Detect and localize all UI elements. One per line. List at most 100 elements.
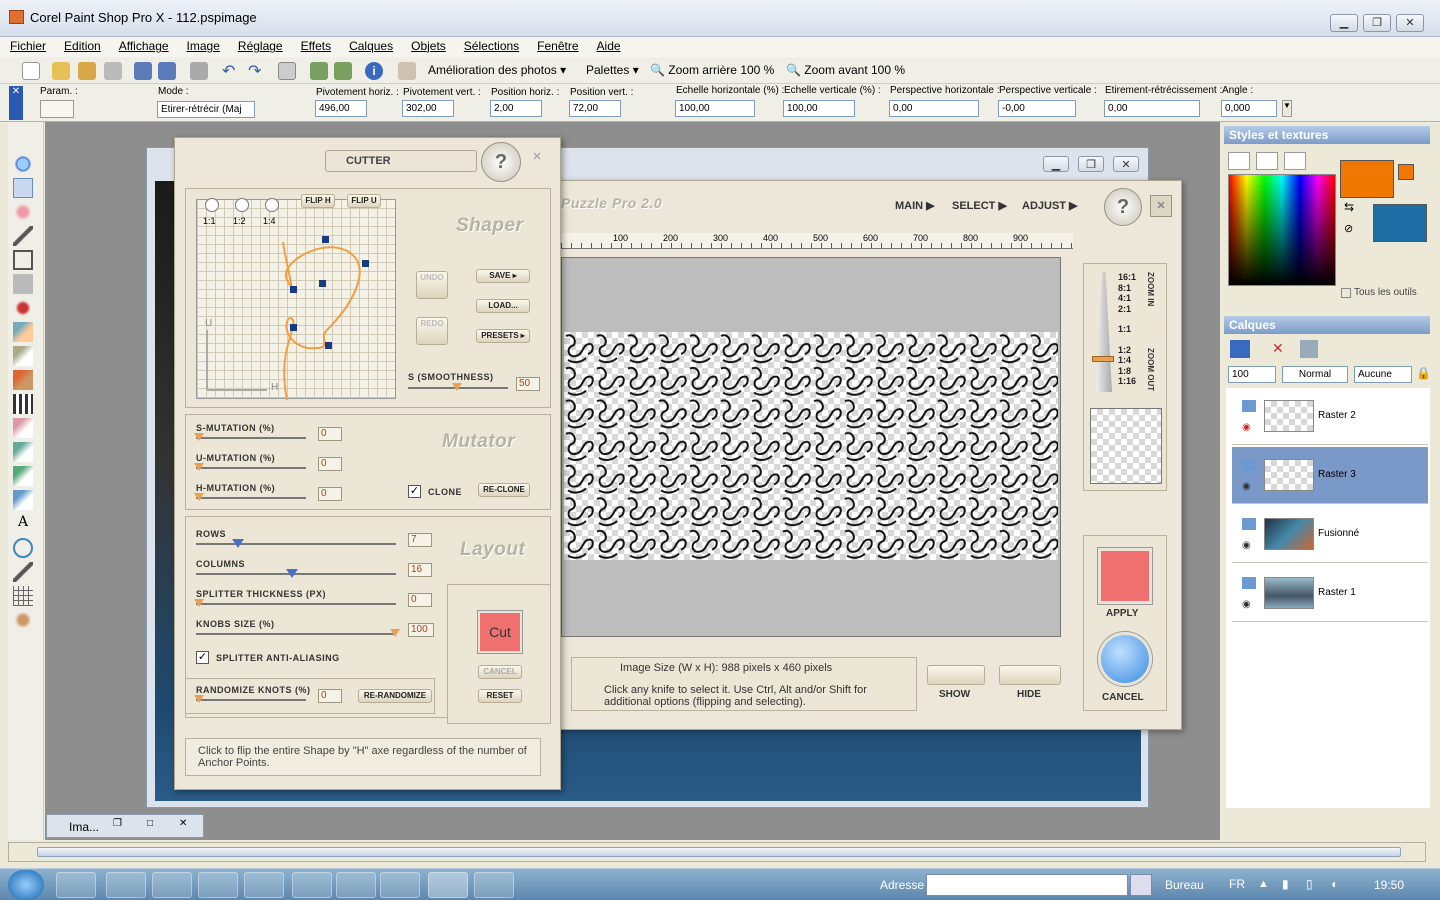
close-button[interactable]: ✕: [1396, 14, 1424, 32]
layer-row[interactable]: ◉ Raster 2: [1232, 388, 1428, 445]
app-taskbar-icon[interactable]: [198, 872, 238, 898]
presets-dropdown[interactable]: [40, 100, 74, 118]
maximize-icon[interactable]: □: [147, 818, 153, 829]
close-icon[interactable]: ✕: [179, 818, 187, 829]
cutter-help-button[interactable]: ?: [481, 142, 521, 182]
media-taskbar-icon[interactable]: [152, 872, 192, 898]
pivot-h-field[interactable]: 496,00: [315, 100, 367, 117]
knobs-slider[interactable]: [196, 633, 396, 635]
smoothness-thumb[interactable]: [452, 383, 462, 391]
photo-enhance-menu[interactable]: Amélioration des photos ▾: [428, 63, 566, 77]
splitter-field[interactable]: 0: [408, 593, 432, 607]
dodge-tool-icon[interactable]: [13, 394, 33, 414]
pick-tool-icon[interactable]: [13, 178, 33, 198]
shape-editor[interactable]: U H 1:1 1:2 1:4 FLIP H FLIP U: [196, 194, 396, 400]
gradient-tab[interactable]: [1256, 152, 1278, 170]
cut-button[interactable]: Cut: [478, 611, 522, 653]
scale-v-field[interactable]: 100,00: [783, 100, 855, 117]
scan-icon[interactable]: [104, 62, 122, 80]
nav-select[interactable]: SELECT ▶: [952, 199, 1007, 212]
redo-button[interactable]: REDO: [416, 317, 448, 345]
browse-icon[interactable]: [78, 62, 96, 80]
red-eye-tool-icon[interactable]: [13, 298, 33, 318]
knobs-field[interactable]: 100: [408, 623, 434, 637]
brush-tool-icon[interactable]: [13, 370, 33, 390]
eye-off-icon[interactable]: ◉: [1242, 422, 1251, 433]
zoom-out-button[interactable]: 🔍 Zoom arrière 100 %: [650, 63, 774, 77]
presets-button[interactable]: PRESETS ▸: [476, 329, 530, 343]
dropper-tool-icon[interactable]: [13, 226, 33, 246]
hide-button[interactable]: [999, 665, 1061, 685]
clock[interactable]: 19:50: [1374, 878, 1404, 892]
menu-fenetre[interactable]: Fenêtre: [527, 37, 586, 53]
knobs-thumb[interactable]: [390, 629, 400, 637]
pos-v-field[interactable]: 72,00: [569, 100, 621, 117]
pos-h-field[interactable]: 2,00: [490, 100, 542, 117]
columns-field[interactable]: 16: [408, 563, 432, 577]
rotate2-icon[interactable]: [334, 62, 352, 80]
desktop-label[interactable]: Bureau: [1165, 878, 1204, 892]
save-button[interactable]: SAVE ▸: [476, 269, 530, 283]
nav-main[interactable]: MAIN ▶: [895, 199, 935, 212]
lock-icon[interactable]: 🔒: [1416, 366, 1431, 380]
columns-thumb[interactable]: [286, 569, 298, 578]
window-taskbar-icon[interactable]: [474, 872, 514, 898]
tray-arrow-icon[interactable]: ▲: [1258, 878, 1269, 890]
show-button[interactable]: [927, 665, 985, 685]
splitter-slider[interactable]: [196, 603, 396, 605]
pattern-tab[interactable]: [1284, 152, 1306, 170]
all-tools-checkbox[interactable]: [1341, 288, 1351, 298]
zoom-tool-icon[interactable]: [13, 154, 33, 174]
crop-tool-icon[interactable]: [13, 250, 33, 270]
zoom-slider-thumb[interactable]: [1092, 356, 1114, 362]
nav-adjust[interactable]: ADJUST ▶: [1022, 199, 1078, 212]
randomize-thumb[interactable]: [194, 695, 204, 703]
transparent-icon[interactable]: ⊘: [1344, 222, 1353, 235]
go-button[interactable]: [1130, 874, 1152, 896]
splitter-thumb[interactable]: [194, 599, 204, 607]
picture-tube-icon[interactable]: [13, 490, 33, 510]
rows-field[interactable]: 7: [408, 533, 432, 547]
bucket-tool-icon[interactable]: [13, 466, 33, 486]
redo-icon[interactable]: ↷: [248, 61, 261, 81]
new-file-icon[interactable]: [22, 62, 40, 80]
puzzle-cancel-button[interactable]: [1098, 632, 1152, 686]
u-mutation-field[interactable]: 0: [318, 457, 342, 471]
rerandomize-button[interactable]: RE-RANDOMIZE: [358, 689, 432, 703]
doc-maximize-button[interactable]: ❐: [1078, 156, 1104, 172]
minimize-button[interactable]: ▁: [1330, 14, 1358, 32]
stretch-field[interactable]: 0,00: [1104, 100, 1200, 117]
layer-visibility-icon[interactable]: [1242, 577, 1256, 589]
crop-icon[interactable]: [278, 62, 296, 80]
menu-selections[interactable]: Sélections: [454, 37, 527, 53]
ratio-radio-4[interactable]: [265, 198, 279, 212]
undo-button[interactable]: UNDO: [416, 271, 448, 299]
reset-button[interactable]: RESET: [478, 689, 522, 703]
users-taskbar-icon[interactable]: [380, 872, 420, 898]
u-mutation-thumb[interactable]: [194, 463, 204, 471]
clone-tool-icon[interactable]: [13, 346, 33, 366]
camera-taskbar-icon[interactable]: [244, 872, 284, 898]
layer-visibility-icon[interactable]: [1242, 459, 1256, 471]
power-icon[interactable]: ▯: [1306, 877, 1313, 891]
s-mutation-slider[interactable]: [196, 437, 306, 439]
menu-objets[interactable]: Objets: [401, 37, 454, 53]
fg-small-swatch[interactable]: [1398, 164, 1414, 180]
network-icon[interactable]: ▮: [1282, 877, 1289, 891]
h-mutation-slider[interactable]: [196, 497, 306, 499]
save-icon[interactable]: [134, 62, 152, 80]
restore-icon[interactable]: ❐: [113, 818, 122, 829]
flip-h-button[interactable]: FLIP H: [301, 194, 335, 208]
explorer-taskbar-icon[interactable]: [56, 872, 96, 898]
info-icon[interactable]: i: [365, 62, 383, 80]
h-mutation-thumb[interactable]: [194, 493, 204, 501]
background-swatch[interactable]: [1373, 204, 1427, 242]
reclone-button[interactable]: RE-CLONE: [478, 483, 530, 497]
zoom-in-button[interactable]: 🔍 Zoom avant 100 %: [786, 63, 905, 77]
layer-row[interactable]: ◉ Raster 1: [1232, 565, 1428, 622]
persp-h-field[interactable]: 0,00: [889, 100, 979, 117]
eraser-icon[interactable]: [398, 62, 416, 80]
start-button[interactable]: [8, 870, 44, 900]
text-tool-icon[interactable]: A: [13, 514, 33, 534]
apply-button[interactable]: [1098, 548, 1152, 604]
